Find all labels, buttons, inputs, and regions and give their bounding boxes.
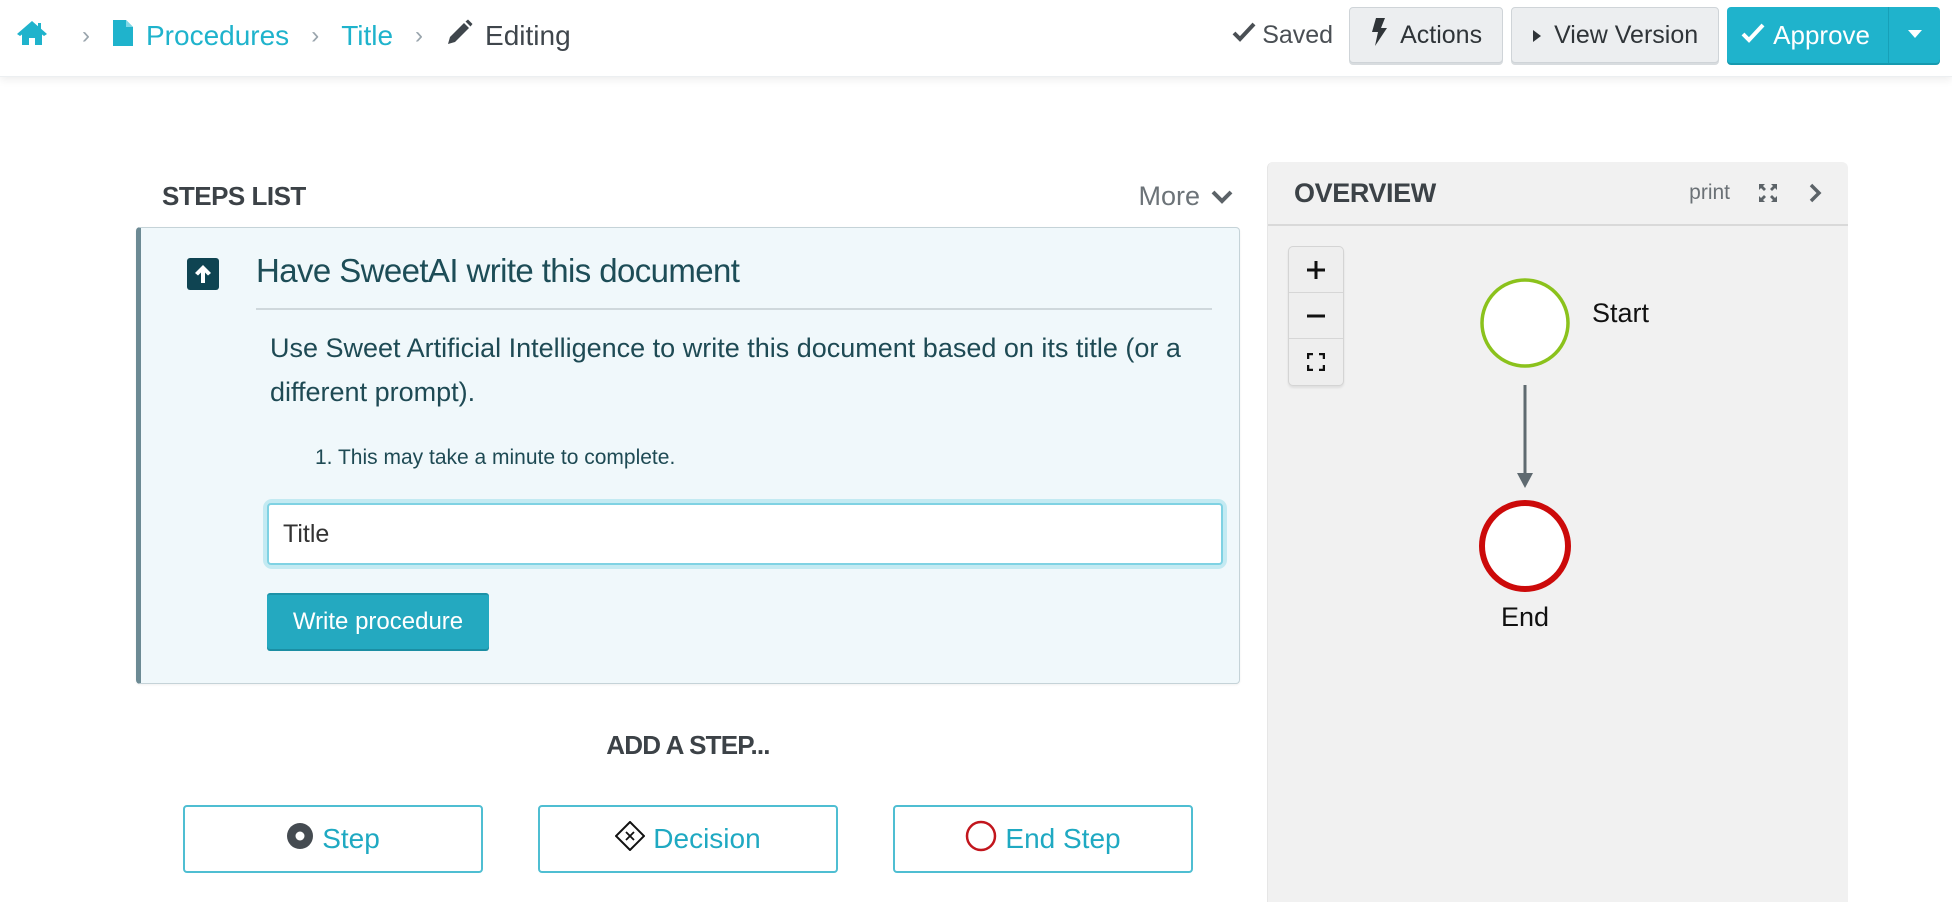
add-step-buttons: Step Decision End Step xyxy=(183,805,1248,873)
overview-panel: OVERVIEW print Start End xyxy=(1267,162,1848,902)
prompt-input[interactable] xyxy=(267,503,1223,565)
process-diagram: Start End xyxy=(1479,278,1650,632)
more-dropdown[interactable]: More xyxy=(1138,181,1234,212)
caret-right-icon xyxy=(1532,21,1554,50)
save-status: Saved xyxy=(1232,21,1333,50)
breadcrumb-separator: › xyxy=(82,22,90,49)
header-actions: Saved Actions View Version Approve xyxy=(1232,7,1940,63)
home-icon xyxy=(16,19,60,54)
breadcrumb-separator: › xyxy=(415,22,424,49)
start-node[interactable] xyxy=(1480,278,1570,368)
breadcrumb-title[interactable]: Title xyxy=(341,20,393,52)
end-node-label: End xyxy=(1501,602,1549,632)
arrow-up-icon xyxy=(187,258,219,290)
add-step-title: ADD A STEP... xyxy=(606,730,770,760)
prompt-field-wrapper xyxy=(267,503,1223,565)
add-end-step-button[interactable]: End Step xyxy=(893,805,1193,873)
steps-list-header: STEPS LIST More xyxy=(162,176,1240,216)
breadcrumb-separator: › xyxy=(311,22,320,49)
check-icon xyxy=(1232,21,1262,50)
add-decision-button[interactable]: Decision xyxy=(538,805,838,873)
end-node[interactable] xyxy=(1479,500,1571,592)
breadcrumb: › Procedures › Title › Editing xyxy=(16,14,571,58)
breadcrumb-procedures[interactable]: Procedures xyxy=(112,19,289,54)
add-step-button[interactable]: Step xyxy=(183,805,483,873)
step-description: Use Sweet Artificial Intelligence to wri… xyxy=(270,333,1181,407)
step-card-sweetai: Have SweetAI write this document Use Swe… xyxy=(136,227,1240,684)
step-dot-icon xyxy=(286,822,322,857)
file-icon xyxy=(112,19,146,54)
approve-dropdown-toggle[interactable] xyxy=(1888,7,1940,63)
decision-diamond-icon xyxy=(614,820,653,858)
actions-button[interactable]: Actions xyxy=(1349,7,1504,63)
check-icon xyxy=(1741,20,1773,51)
steps-list-title: STEPS LIST xyxy=(162,180,306,211)
divider xyxy=(256,308,1212,310)
approve-button[interactable]: Approve xyxy=(1727,7,1888,63)
bolt-icon xyxy=(1370,17,1400,53)
caret-down-icon xyxy=(1907,26,1923,44)
write-procedure-button[interactable]: Write procedure xyxy=(267,593,489,649)
pencil-icon xyxy=(445,19,485,54)
step-note: 1. This may take a minute to complete. xyxy=(315,446,676,469)
view-version-button[interactable]: View Version xyxy=(1511,7,1720,63)
breadcrumb-editing: Editing xyxy=(445,19,571,54)
step-title: Have SweetAI write this document xyxy=(256,252,740,289)
start-node-label: Start xyxy=(1592,298,1650,328)
arrowhead-icon xyxy=(1517,473,1533,488)
breadcrumb-home[interactable] xyxy=(16,19,60,54)
top-bar: › Procedures › Title › Editing Saved Act… xyxy=(0,0,1952,77)
chevron-down-icon xyxy=(1200,181,1234,212)
approve-button-group: Approve xyxy=(1727,7,1940,63)
end-circle-icon xyxy=(965,820,1005,859)
